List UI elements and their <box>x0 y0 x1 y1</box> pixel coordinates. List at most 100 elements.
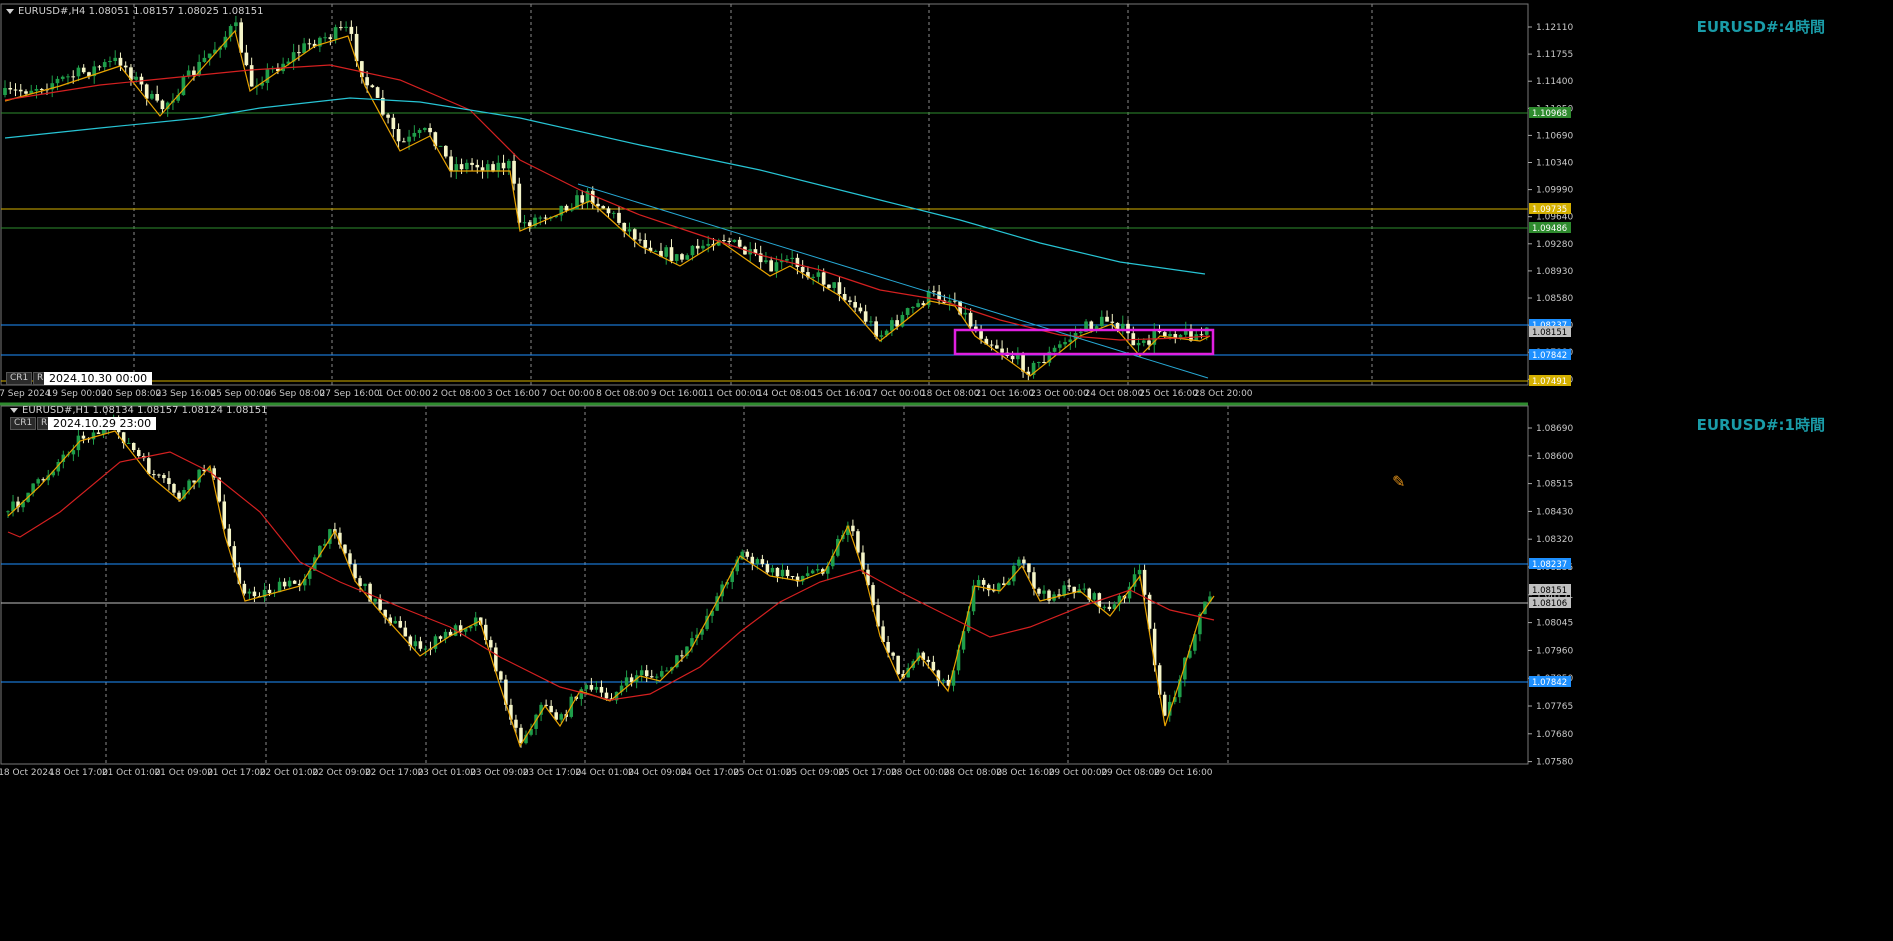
h1-chart-pane[interactable]: 18 Oct 2024 18 Oct 17:00 21 Oct 01:00 21 Oc… <box>0 402 1893 941</box>
price-label: 1.08151 <box>1532 586 1567 596</box>
collapse-triangle-icon[interactable] <box>10 407 18 413</box>
x-tick-label: 23 Oct 17:00 <box>523 768 582 778</box>
h4-candle-body <box>202 57 207 62</box>
h1-header: EURUSD#,H1 1.08134 1.08157 1.08124 1.081… <box>10 405 268 416</box>
h4-chart-canvas[interactable]: 17 Sep 202419 Sep 00:0020 Sep 08:0023 Se… <box>0 0 1893 400</box>
h1-candle-body <box>277 581 282 593</box>
h1-candle-body <box>131 442 136 451</box>
h4-candle-body <box>527 222 532 227</box>
h1-candle-body <box>499 671 503 680</box>
h1-candle-body <box>1037 588 1041 594</box>
h4-candle-body <box>470 162 474 165</box>
h1-candle-body <box>755 559 760 564</box>
x-tick-label: 19 Sep 00:00 <box>47 389 107 399</box>
h4-candle-body <box>60 76 65 79</box>
h1-candle-body <box>765 564 770 573</box>
h1-candle-body <box>91 432 96 440</box>
h4-candle-body <box>827 284 831 288</box>
h1-candle-body <box>649 676 654 678</box>
h4-candle-body <box>643 240 648 248</box>
h1-candle-body <box>267 589 272 594</box>
h4-candle-body <box>890 320 894 331</box>
h1-candle-body <box>489 640 493 648</box>
h1-candle-body <box>36 479 40 484</box>
h4-candle-body <box>155 94 160 101</box>
h1-candle-body <box>519 727 523 744</box>
h1-chart-canvas[interactable]: 18 Oct 202418 Oct 17:0021 Oct 01:0021 Oc… <box>0 402 1893 941</box>
h4-candle-body <box>837 282 842 295</box>
h4-candle-body <box>653 250 658 252</box>
h4-candle-body <box>989 344 994 346</box>
h1-candle-body <box>157 474 161 476</box>
h4-candle-body <box>181 76 186 96</box>
h4-candle-body <box>1162 332 1167 337</box>
h4-candle-body <box>485 164 490 171</box>
h4-candle-body <box>265 69 270 83</box>
h1-candle-body <box>282 581 287 587</box>
h4-ma-red <box>4 64 1211 341</box>
h4-cr-tag[interactable]: CR1 <box>6 372 33 385</box>
plot-frame <box>0 3 1529 386</box>
h4-candle-body <box>302 43 306 54</box>
h4-candle-body <box>606 208 611 214</box>
h1-candle-body <box>126 442 131 444</box>
h1-candle-body <box>549 705 553 713</box>
x-tick-label: 22 Oct 17:00 <box>365 768 424 778</box>
x-tick-label: 24 Oct 01:00 <box>575 768 634 778</box>
h4-watermark: EURUSD#:4時間 <box>1696 18 1825 36</box>
h4-chart-pane[interactable]: 17 Sep 202419 Sep 00:0020 Sep 08:0023 Se… <box>0 0 1893 400</box>
h4-candle-body <box>417 129 422 133</box>
h4-candle-body <box>375 87 380 98</box>
y-tick-label: 1.08690 <box>1536 424 1573 434</box>
h4-candle-body <box>1057 344 1062 348</box>
h1-candle-body <box>805 573 810 576</box>
h1-candle-body <box>1067 585 1071 587</box>
h4-candle-body <box>396 129 401 142</box>
h4-candle-body <box>412 132 417 137</box>
x-tick-label: 9 Oct 16:00 <box>651 389 704 399</box>
price-label: 1.09486 <box>1532 224 1567 234</box>
y-tick-label: 1.07765 <box>1536 702 1573 712</box>
h4-candle-body <box>207 53 212 58</box>
h1-candle-body <box>926 659 931 662</box>
h1-candle-body <box>589 685 594 690</box>
h1-candle-body <box>856 531 860 553</box>
x-tick-label: 21 Oct 16:00 <box>975 389 1034 399</box>
h1-candle-body <box>941 679 946 681</box>
h1-candle-body <box>423 648 428 650</box>
h4-candle-body <box>869 321 873 323</box>
x-tick-label: 14 Oct 08:00 <box>757 389 816 399</box>
h4-candle-body <box>617 212 621 223</box>
h4-candle-body <box>496 162 501 172</box>
h1-candle-body <box>760 559 765 565</box>
h1-candle-body <box>680 655 684 657</box>
h1-candle-body <box>438 636 443 639</box>
x-tick-label: 18 Oct 08:00 <box>921 389 980 399</box>
h1-candle-body <box>644 670 649 677</box>
h1-candle-body <box>373 598 377 602</box>
h4-candle-body <box>328 37 333 39</box>
h4-candle-body <box>638 239 642 241</box>
h4-candle-body <box>811 276 816 278</box>
h4-candle-body <box>449 156 453 171</box>
price-label: 1.07842 <box>1532 351 1567 361</box>
h4-candle-body <box>344 26 348 29</box>
h4-candle-body <box>249 65 254 87</box>
h1-candle-body <box>147 458 151 475</box>
y-tick-label: 1.10340 <box>1536 159 1573 169</box>
h4-candle-body <box>785 258 789 261</box>
h4-candle-body <box>34 88 39 91</box>
y-tick-label: 1.08600 <box>1536 452 1573 462</box>
h4-candle-body <box>1052 347 1057 352</box>
x-tick-label: 8 Oct 08:00 <box>596 389 649 399</box>
h4-candle-body <box>297 52 301 54</box>
h1-candle-body <box>353 564 357 579</box>
h1-cr-tag[interactable]: CR1 <box>10 417 37 430</box>
h4-candle-body <box>1078 331 1083 334</box>
h1-candle-body <box>976 579 981 586</box>
h4-candle-body <box>81 67 86 73</box>
h4-candle-body <box>543 217 548 219</box>
x-tick-label: 15 Oct 16:00 <box>812 389 871 399</box>
collapse-triangle-icon[interactable] <box>6 8 14 14</box>
x-tick-label: 24 Oct 08:00 <box>1085 389 1144 399</box>
